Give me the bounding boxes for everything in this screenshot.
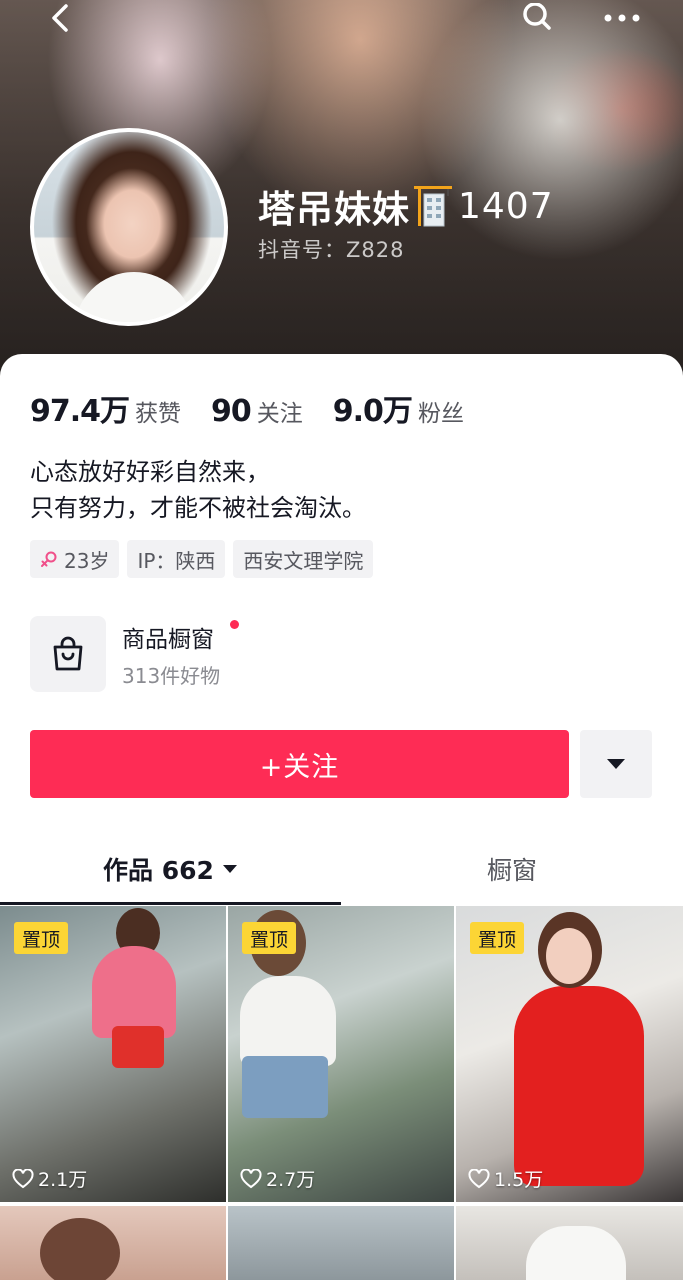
bio-line-2: 只有努力，才能不被社会淘汰。 xyxy=(30,494,366,522)
stat-likes-value: 97.4万 xyxy=(30,394,130,429)
video-thumbnail[interactable] xyxy=(0,1206,226,1280)
stat-followers-label: 粉丝 xyxy=(417,401,464,427)
thumbnail-figure xyxy=(514,986,644,1186)
pinned-badge: 置顶 xyxy=(14,922,69,954)
stat-followers-value: 9.0万 xyxy=(332,394,413,429)
thumbnail-figure xyxy=(242,1056,328,1118)
search-button[interactable] xyxy=(514,0,562,36)
stats-row: 97.4万 获赞 90 关注 9.0万 粉丝 xyxy=(30,386,494,430)
thumbnail-figure xyxy=(40,1218,120,1280)
stat-following-value: 90 xyxy=(211,394,252,429)
shop-title: 商品橱窗 xyxy=(122,627,214,653)
tab-window[interactable]: 橱窗 xyxy=(341,834,683,904)
thumbnail-figure xyxy=(546,928,592,984)
back-button[interactable] xyxy=(36,0,84,36)
shop-new-dot xyxy=(230,620,239,629)
video-grid: 置顶 2.1万 置顶 2.7万 置顶 1.5万 xyxy=(0,906,683,1280)
active-tab-underline xyxy=(0,902,341,905)
video-likes: 1.5万 xyxy=(468,1165,543,1192)
shopping-bag-icon xyxy=(53,636,83,671)
video-likes-count: 2.1万 xyxy=(38,1169,88,1191)
tag-ip-text: IP：陕西 xyxy=(137,548,216,573)
douyin-id[interactable]: 抖音号：Z828 xyxy=(258,234,404,264)
bio: 心态放好好彩自然来， 只有努力，才能不被社会淘汰。 xyxy=(30,454,366,526)
crane-building-icon xyxy=(414,186,452,227)
thumbnail-figure xyxy=(240,976,336,1066)
search-icon xyxy=(523,3,551,30)
tag-age: 23岁 xyxy=(30,540,120,578)
video-thumbnail[interactable]: 置顶 2.7万 xyxy=(228,906,454,1202)
tag-school[interactable]: 西安文理学院 xyxy=(233,540,374,578)
video-likes-count: 2.7万 xyxy=(266,1169,316,1191)
video-thumbnail[interactable] xyxy=(456,1206,683,1280)
thumbnail-figure xyxy=(92,946,176,1038)
pinned-badge: 置顶 xyxy=(242,922,297,954)
video-thumbnail[interactable]: 置顶 2.1万 xyxy=(0,906,226,1202)
content-tabs: 作品 662 橱窗 xyxy=(0,834,683,905)
profile-card: 97.4万 获赞 90 关注 9.0万 粉丝 心态放好好彩自然来， 只有努力，才… xyxy=(0,354,683,1280)
tag-ip: IP：陕西 xyxy=(127,540,226,578)
more-options-button[interactable] xyxy=(580,730,652,798)
pinned-badge: 置顶 xyxy=(470,922,525,954)
heart-icon xyxy=(12,1168,34,1188)
nickname-text: 塔吊妹妹 xyxy=(258,188,410,231)
caret-down-icon xyxy=(222,865,237,873)
heart-icon xyxy=(468,1168,490,1188)
video-thumbnail[interactable]: 置顶 1.5万 xyxy=(456,906,683,1202)
chevron-left-icon xyxy=(52,4,68,32)
tag-age-text: 23岁 xyxy=(64,548,110,573)
stat-following[interactable]: 90 关注 xyxy=(211,394,303,429)
profile-tags: 23岁 IP：陕西 西安文理学院 xyxy=(30,540,381,578)
shop-window-entry[interactable]: 商品橱窗 313件好物 xyxy=(30,616,430,692)
caret-down-icon xyxy=(607,759,625,769)
stat-likes-label: 获赞 xyxy=(135,401,182,427)
tag-school-text: 西安文理学院 xyxy=(243,548,364,573)
follow-button[interactable]: +关注 xyxy=(30,730,569,798)
avatar[interactable] xyxy=(30,128,228,326)
tab-works[interactable]: 作品 662 xyxy=(0,834,341,904)
nickname: 塔吊妹妹 1407 xyxy=(258,184,554,232)
video-thumbnail[interactable] xyxy=(228,1206,454,1280)
shop-icon-box xyxy=(30,616,106,692)
shop-subtitle: 313件好物 xyxy=(122,664,221,688)
tab-works-label: 作品 662 xyxy=(103,856,214,885)
bio-line-1: 心态放好好彩自然来， xyxy=(30,458,270,486)
female-icon xyxy=(41,551,57,567)
thumbnail-figure xyxy=(112,1026,164,1068)
heart-icon xyxy=(240,1168,262,1188)
video-likes-count: 1.5万 xyxy=(494,1169,544,1191)
stat-likes[interactable]: 97.4万 获赞 xyxy=(30,386,181,430)
stat-following-label: 关注 xyxy=(256,401,303,427)
avatar-shirt xyxy=(74,272,194,322)
more-button[interactable] xyxy=(598,0,646,36)
more-dots-icon xyxy=(604,14,640,22)
profile-banner: 塔吊妹妹 1407 抖音号：Z828 xyxy=(0,0,683,380)
video-likes: 2.7万 xyxy=(240,1165,315,1192)
stat-followers[interactable]: 9.0万 粉丝 xyxy=(333,386,464,430)
thumbnail-figure xyxy=(526,1226,626,1280)
tab-window-label: 橱窗 xyxy=(486,856,537,885)
nickname-suffix: 1407 xyxy=(458,185,554,227)
video-likes: 2.1万 xyxy=(12,1165,87,1192)
